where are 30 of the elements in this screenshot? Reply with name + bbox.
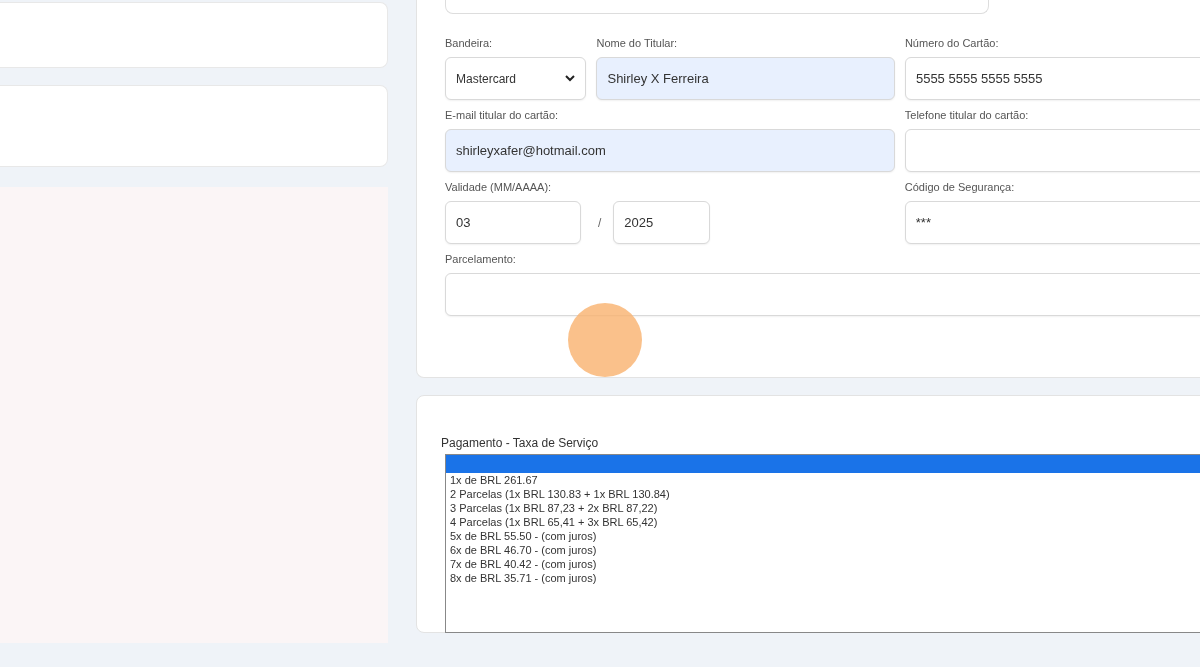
- field-label: Código de Segurança:: [904, 180, 1016, 194]
- dropdown-option[interactable]: 1x de BRL 261.67: [446, 473, 1200, 487]
- input-field[interactable]: [904, 129, 1200, 172]
- dropdown-option[interactable]: 5x de BRL 55.50 - (com juros): [446, 529, 1200, 543]
- dropdown-option[interactable]: 7x de BRL 40.42 - (com juros): [446, 557, 1200, 571]
- field-label: Telefone titular do cartão:: [904, 108, 1030, 122]
- dropdown-option[interactable]: 6x de BRL 46.70 - (com juros): [446, 543, 1200, 557]
- field-label: E-mail titular do cartão:: [445, 108, 560, 122]
- input-field[interactable]: [445, 0, 989, 14]
- security-code-field[interactable]: ***: [904, 201, 1200, 244]
- month-field[interactable]: 03: [445, 201, 581, 244]
- dropdown-option[interactable]: 8x de BRL 35.71 - (com juros): [446, 571, 1200, 585]
- brand-select[interactable]: Mastercard: [445, 57, 587, 100]
- field-label: Parcelamento:: [445, 252, 517, 266]
- dropdown-option[interactable]: 3 Parcelas (1x BRL 87,23 + 2x BRL 87,22): [446, 501, 1200, 515]
- input-field[interactable]: 5555 5555 5555 5555: [904, 57, 1200, 100]
- date-separator: /: [598, 215, 602, 230]
- input-field[interactable]: shirleyxafer@hotmail.com: [445, 129, 895, 172]
- field-label: Bandeira:: [445, 36, 494, 50]
- section-heading: Pagamento - Taxa de Serviço: [441, 436, 599, 450]
- chevron-down-icon: [565, 75, 576, 82]
- field-label: Número do Cartão:: [904, 36, 1000, 50]
- installments-select[interactable]: [445, 273, 1200, 316]
- input-field[interactable]: Shirley X Ferreira: [596, 57, 895, 100]
- installments-dropdown-list[interactable]: [445, 454, 1200, 633]
- dropdown-option[interactable]: 4 Parcelas (1x BRL 65,41 + 3x BRL 65,42): [446, 515, 1200, 529]
- year-field[interactable]: 2025: [613, 201, 711, 244]
- field-label: Nome do Titular:: [596, 36, 679, 50]
- dropdown-option[interactable]: 2 Parcelas (1x BRL 130.83 + 1x BRL 130.84): [446, 487, 1200, 501]
- field-label: Validade (MM/AAAA):: [445, 180, 553, 194]
